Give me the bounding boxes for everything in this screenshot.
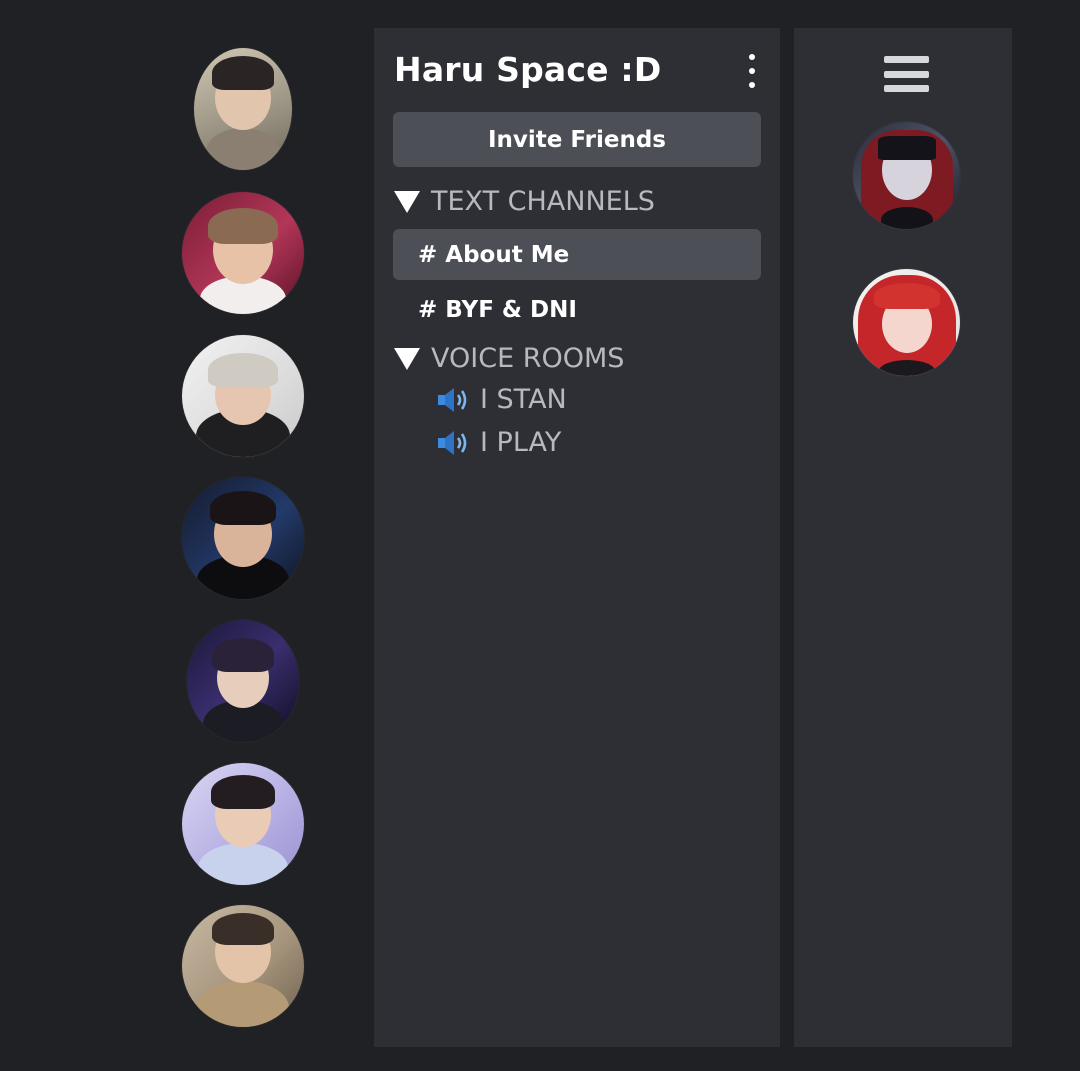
speaker-icon (438, 430, 467, 455)
category-text-channels[interactable]: TEXT CHANNELS (394, 186, 655, 217)
category-label: VOICE ROOMS (431, 343, 625, 374)
member-avatar-1[interactable] (853, 122, 960, 229)
invite-friends-button[interactable]: Invite Friends (393, 112, 761, 167)
hamburger-menu-icon[interactable] (884, 56, 929, 92)
server-avatar-5[interactable] (187, 620, 299, 742)
members-panel (794, 28, 1012, 1047)
voice-room-label: I STAN (480, 384, 567, 415)
hash-icon: # (418, 241, 438, 268)
category-voice-rooms[interactable]: VOICE ROOMS (394, 343, 624, 374)
server-avatar-7[interactable] (182, 905, 304, 1027)
member-avatar-2[interactable] (853, 269, 960, 376)
server-rail (0, 0, 372, 1071)
server-title: Haru Space :D (394, 50, 662, 89)
server-avatar-4[interactable] (182, 477, 304, 599)
channel-label: BYF & DNI (445, 296, 577, 323)
server-avatar-3[interactable] (182, 335, 304, 457)
channel-label: About Me (445, 241, 570, 268)
channel-byf-dni[interactable]: # BYF & DNI (393, 284, 761, 335)
app-window: Haru Space :D Invite Friends TEXT CHANNE… (0, 0, 1080, 1071)
category-label: TEXT CHANNELS (431, 186, 655, 217)
triangle-down-icon (394, 347, 420, 370)
triangle-down-icon (394, 190, 420, 213)
voice-room-i-play[interactable]: I PLAY (436, 427, 561, 458)
voice-room-i-stan[interactable]: I STAN (436, 384, 567, 415)
channel-about-me[interactable]: # About Me (393, 229, 761, 280)
voice-room-label: I PLAY (480, 427, 562, 458)
server-avatar-1[interactable] (194, 48, 292, 170)
hash-icon: # (418, 296, 438, 323)
server-avatar-6[interactable] (182, 763, 304, 885)
server-avatar-2[interactable] (182, 192, 304, 314)
kebab-menu-icon[interactable] (745, 54, 759, 88)
speaker-icon (438, 387, 467, 412)
channel-panel: Haru Space :D Invite Friends TEXT CHANNE… (374, 28, 780, 1047)
